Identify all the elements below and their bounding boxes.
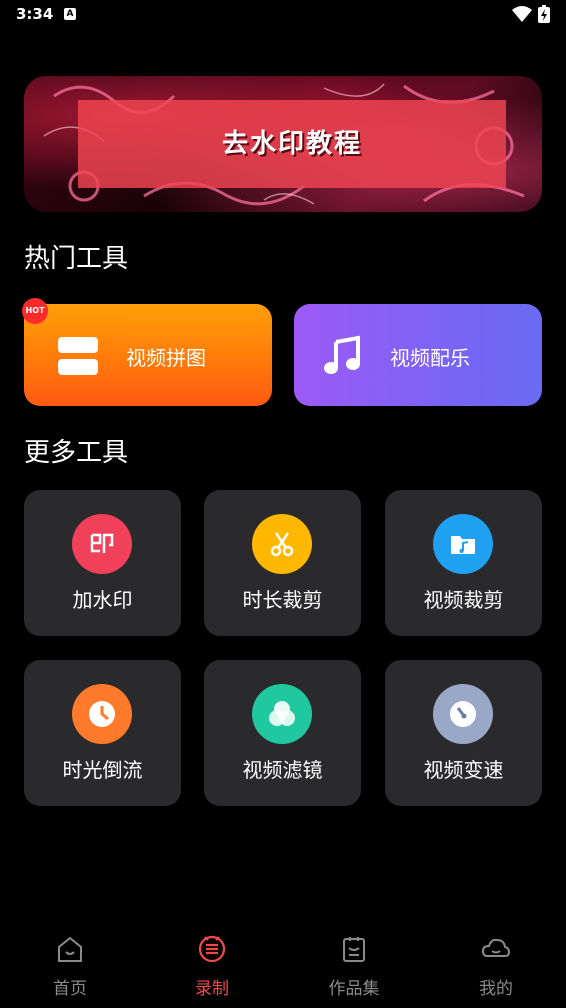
tutorial-banner[interactable]: 去水印教程 <box>24 76 542 212</box>
nav-record[interactable]: 录制 <box>162 930 262 1008</box>
wifi-icon <box>512 6 532 22</box>
video-speed-button[interactable]: 视频变速 <box>385 660 542 806</box>
video-speed-label: 视频变速 <box>423 758 504 782</box>
speed-dial-icon <box>433 684 493 744</box>
video-crop-label: 视频裁剪 <box>423 588 504 612</box>
nav-home[interactable]: 首页 <box>20 930 120 1008</box>
video-filter-label: 视频滤镜 <box>242 758 323 782</box>
video-puzzle-button[interactable]: 视频拼图 <box>24 304 272 406</box>
time-reverse-button[interactable]: 时光倒流 <box>24 660 181 806</box>
folder-music-icon <box>433 514 493 574</box>
nav-portfolio-label: 作品集 <box>328 979 380 999</box>
profile-cloud-icon <box>481 938 511 957</box>
nav-record-label: 录制 <box>195 979 229 999</box>
music-note-icon <box>324 335 360 374</box>
home-icon <box>58 936 82 962</box>
hot-tools-title: 热门工具 <box>24 244 129 274</box>
stamp-icon <box>72 514 132 574</box>
nav-portfolio[interactable]: 作品集 <box>304 930 404 1008</box>
video-music-label: 视频配乐 <box>390 346 470 370</box>
filter-circles-icon <box>252 684 312 744</box>
hot-badge: HOT <box>22 298 48 324</box>
add-watermark-label: 加水印 <box>72 588 133 612</box>
battery-charging-icon <box>538 5 550 23</box>
nav-profile-label: 我的 <box>479 979 513 999</box>
a-letter-icon: A <box>64 8 76 20</box>
portfolio-icon <box>343 937 365 962</box>
bottom-nav: 首页 录制 作品集 我的 <box>0 920 566 1008</box>
time-reverse-label: 时光倒流 <box>62 758 143 782</box>
layout-icon <box>58 337 98 375</box>
video-music-button[interactable]: 视频配乐 <box>294 304 542 406</box>
nav-home-label: 首页 <box>53 979 87 999</box>
more-tools-title: 更多工具 <box>24 438 129 468</box>
banner-title: 去水印教程 <box>221 129 362 159</box>
add-watermark-button[interactable]: 加水印 <box>24 490 181 636</box>
status-bar: 3:34 A <box>0 0 566 30</box>
nav-profile[interactable]: 我的 <box>446 930 546 1008</box>
duration-trim-button[interactable]: 时长裁剪 <box>204 490 361 636</box>
duration-trim-label: 时长裁剪 <box>242 588 323 612</box>
video-puzzle-label: 视频拼图 <box>126 346 206 370</box>
video-crop-button[interactable]: 视频裁剪 <box>385 490 542 636</box>
clock-icon <box>72 684 132 744</box>
record-icon <box>198 935 226 963</box>
scissors-icon <box>252 514 312 574</box>
video-filter-button[interactable]: 视频滤镜 <box>204 660 361 806</box>
status-time: 3:34 <box>16 5 54 23</box>
